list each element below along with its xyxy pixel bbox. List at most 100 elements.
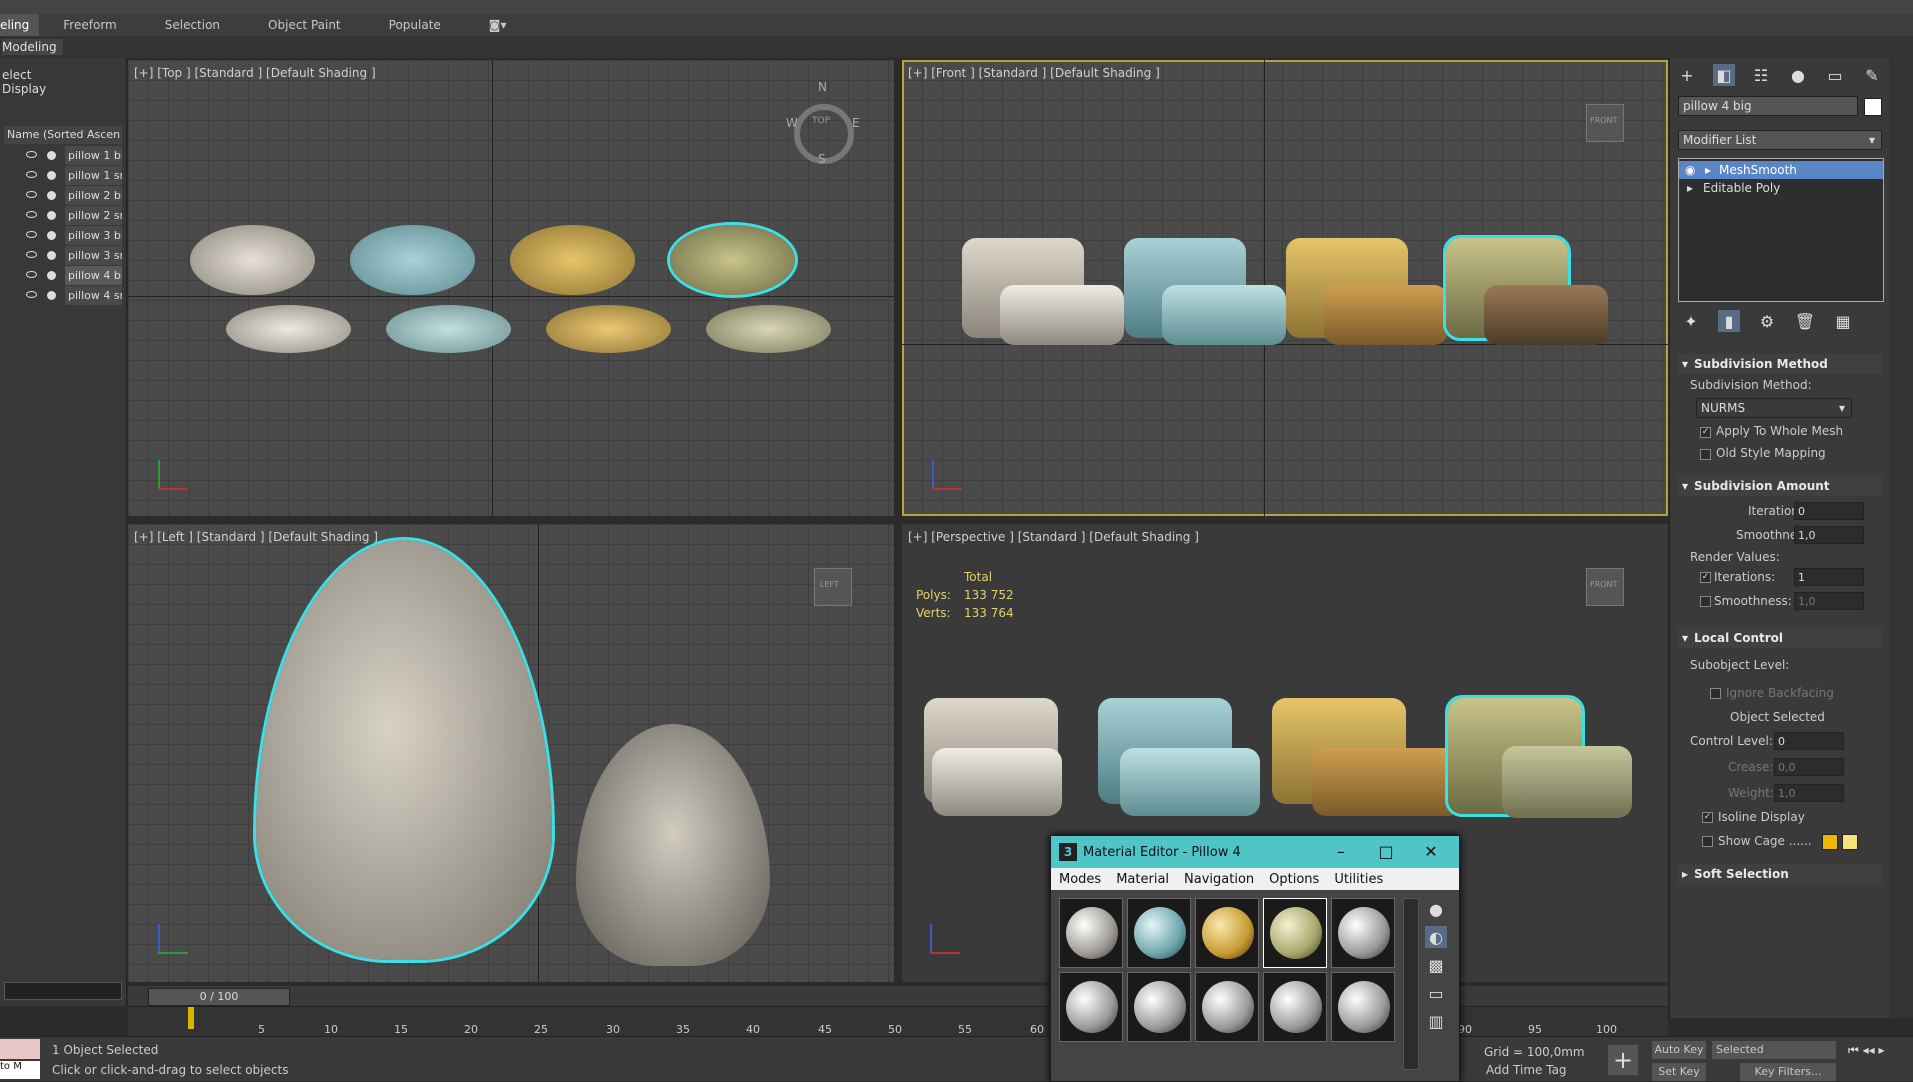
make-unique-icon[interactable]: ⚙: [1756, 310, 1778, 332]
eye-icon[interactable]: [26, 231, 37, 238]
render-iterations-checkbox[interactable]: ✓: [1700, 572, 1711, 583]
rollout-local-control[interactable]: Local Control: [1678, 628, 1882, 648]
eye-icon[interactable]: [26, 211, 37, 218]
cage-selected-color-swatch[interactable]: [1842, 834, 1858, 850]
list-item-selected[interactable]: pillow 4 bi: [4, 266, 122, 285]
modify-tab-icon[interactable]: ◧: [1713, 64, 1735, 86]
pillow-object[interactable]: [1162, 285, 1286, 345]
material-slot-active[interactable]: [1263, 898, 1327, 968]
background-icon[interactable]: ▩: [1425, 954, 1447, 976]
add-time-tag-label[interactable]: Add Time Tag: [1486, 1063, 1567, 1077]
material-slot[interactable]: [1331, 898, 1395, 968]
render-dot-icon[interactable]: [47, 271, 56, 280]
material-slot[interactable]: [1127, 898, 1191, 968]
menu-material[interactable]: Material: [1116, 872, 1169, 887]
old-style-mapping-checkbox[interactable]: [1700, 449, 1711, 460]
stack-item-editable-poly[interactable]: ▸ Editable Poly: [1679, 179, 1883, 197]
rollout-subdivision-amount[interactable]: Subdivision Amount: [1678, 476, 1882, 496]
list-item[interactable]: pillow 2 bi: [4, 186, 122, 205]
viewcube-face[interactable]: TOP: [812, 116, 830, 126]
eye-icon[interactable]: [26, 291, 37, 298]
render-dot-icon[interactable]: [47, 171, 56, 180]
pillow-object[interactable]: [510, 225, 635, 295]
display-tab-icon[interactable]: ▭: [1824, 64, 1846, 86]
eye-icon[interactable]: [26, 191, 37, 198]
current-frame-marker[interactable]: [188, 1007, 194, 1029]
pin-stack-icon[interactable]: ✦: [1680, 310, 1702, 332]
viewcube-face[interactable]: LEFT: [820, 580, 839, 589]
render-dot-icon[interactable]: [47, 191, 56, 200]
viewcube-face[interactable]: FRONT: [1590, 116, 1617, 125]
object-name-field[interactable]: pillow 4 big: [1678, 96, 1858, 116]
pillow-object[interactable]: [226, 305, 351, 353]
render-iterations-spinner[interactable]: 1: [1794, 568, 1864, 586]
list-item[interactable]: pillow 3 bi: [4, 226, 122, 245]
viewport-label[interactable]: [+] [Top ] [Standard ] [Default Shading …: [134, 66, 376, 80]
uv-tiling-icon[interactable]: ▭: [1425, 982, 1447, 1004]
time-slider-knob[interactable]: 0 / 100: [148, 988, 290, 1006]
viewport-left[interactable]: [+] [Left ] [Standard ] [Default Shading…: [128, 524, 894, 982]
stack-item-meshsmooth[interactable]: ◉ ▸ MeshSmooth: [1679, 161, 1883, 179]
create-tab-icon[interactable]: +: [1676, 64, 1698, 86]
render-dot-icon[interactable]: [47, 251, 56, 260]
expand-icon[interactable]: ▸: [1687, 179, 1693, 197]
expand-icon[interactable]: ▸: [1705, 161, 1711, 179]
viewport-top[interactable]: [+] [Top ] [Standard ] [Default Shading …: [128, 60, 894, 516]
tab-object-paint[interactable]: Object Paint: [244, 14, 365, 36]
render-dot-icon[interactable]: [47, 231, 56, 240]
viewport-front[interactable]: [+] [Front ] [Standard ] [Default Shadin…: [902, 60, 1668, 516]
pillow-object[interactable]: [386, 305, 511, 353]
pillow-object[interactable]: [1324, 285, 1448, 345]
pillow-object[interactable]: [1000, 285, 1124, 345]
cage-color-swatch[interactable]: [1822, 834, 1838, 850]
explorer-tab-select[interactable]: elect: [2, 68, 31, 82]
playback-controls-icon[interactable]: ⏮ ◂◂ ▸: [1848, 1043, 1885, 1058]
menu-modes[interactable]: Modes: [1059, 872, 1101, 887]
eye-icon[interactable]: [26, 271, 37, 278]
eye-icon[interactable]: [26, 151, 37, 158]
crease-spinner[interactable]: 0,0: [1774, 758, 1844, 776]
menu-utilities[interactable]: Utilities: [1334, 872, 1383, 887]
object-color-swatch[interactable]: [1864, 98, 1882, 116]
pillow-object[interactable]: [350, 225, 475, 295]
eye-icon[interactable]: [26, 171, 37, 178]
hierarchy-tab-icon[interactable]: ☷: [1750, 64, 1772, 86]
material-slot[interactable]: [1331, 972, 1395, 1042]
pillow-object-selected[interactable]: [256, 540, 552, 960]
modifier-list-dropdown[interactable]: Modifier List ▾: [1678, 130, 1882, 150]
ribbon-panel-label[interactable]: Modeling: [2, 39, 63, 55]
smoothness-spinner[interactable]: 1,0: [1794, 526, 1864, 544]
render-dot-icon[interactable]: [47, 211, 56, 220]
render-smoothness-spinner[interactable]: 1,0: [1794, 592, 1864, 610]
pillow-object-selected[interactable]: [670, 225, 795, 295]
slots-scrollbar[interactable]: [1403, 898, 1419, 1070]
dialog-titlebar[interactable]: 3 Material Editor - Pillow 4 – □ ✕: [1051, 836, 1459, 868]
pillow-object[interactable]: [932, 748, 1062, 816]
viewcube-face[interactable]: FRONT: [1590, 580, 1617, 589]
material-slot[interactable]: [1059, 972, 1123, 1042]
control-level-spinner[interactable]: 0: [1774, 732, 1844, 750]
close-icon[interactable]: ✕: [1411, 836, 1451, 868]
tab-populate[interactable]: Populate: [365, 14, 465, 36]
ignore-backfacing-checkbox[interactable]: [1710, 688, 1721, 699]
pillow-object[interactable]: [1312, 748, 1462, 816]
tab-selection[interactable]: Selection: [141, 14, 244, 36]
pillow-object[interactable]: [706, 305, 831, 353]
trash-icon[interactable]: 🗑: [1794, 310, 1816, 332]
pillow-object[interactable]: [576, 724, 770, 966]
show-end-result-icon[interactable]: ▮: [1718, 310, 1740, 332]
explorer-column-header[interactable]: Name (Sorted Ascen: [4, 126, 122, 144]
utilities-tab-icon[interactable]: ✎: [1861, 64, 1883, 86]
menu-navigation[interactable]: Navigation: [1184, 872, 1254, 887]
pillow-object[interactable]: [546, 305, 671, 353]
render-smoothness-checkbox[interactable]: [1700, 596, 1711, 607]
render-dot-icon[interactable]: [47, 291, 56, 300]
pillow-object[interactable]: [190, 225, 315, 295]
material-slot[interactable]: [1195, 898, 1259, 968]
subdivision-method-dropdown[interactable]: NURMS ▾: [1696, 398, 1852, 418]
tab-modeling[interactable]: eling: [0, 14, 40, 36]
material-slot[interactable]: [1195, 972, 1259, 1042]
list-item[interactable]: pillow 3 sn: [4, 246, 122, 265]
apply-whole-mesh-checkbox[interactable]: ✓: [1700, 427, 1711, 438]
set-key-button[interactable]: Set Key: [1652, 1063, 1706, 1081]
